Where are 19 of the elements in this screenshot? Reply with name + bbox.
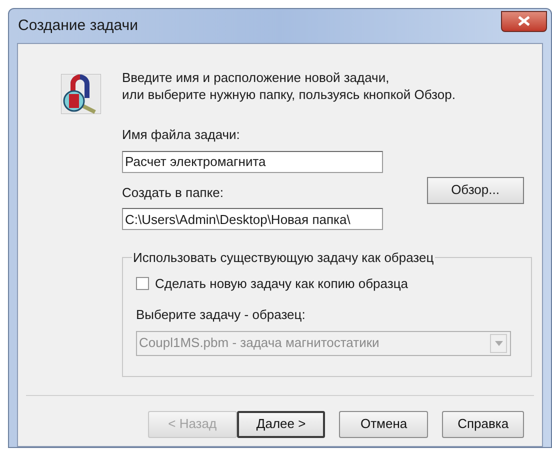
close-icon [518,16,530,26]
file-name-field[interactable]: Расчет электромагнита [122,150,383,172]
template-group-title: Использовать существующую задачу как образец [132,249,435,267]
close-button[interactable] [501,10,547,32]
checkbox[interactable] [136,276,149,290]
template-select-label: Выберите задачу - образец: [136,306,306,324]
folder-field[interactable]: C:\Users\Admin\Desktop\Новая папка\ [122,208,383,230]
wizard-button[interactable]: Далее > [236,410,326,438]
window-title: Создание задачи [18,16,138,36]
browse-button[interactable]: Обзор... [426,176,524,204]
folder-label: Создать в папке: [122,184,224,202]
magnet-icon [61,74,101,114]
file-name-label: Имя файла задачи: [122,126,240,144]
wizard-button[interactable]: Отмена [339,410,428,438]
checkbox-label: Сделать новую задачу как копию образца [155,274,408,293]
caret-icon [494,340,502,346]
template-select-value: Coupl1MS.pbm - задача магнитостатики [139,334,380,352]
wizard-button[interactable]: Справка [442,410,524,438]
intro-text: Введите имя и расположение новой задачи, или выберите нужную папку, пользуясь кнопкой Обзор. [122,69,456,103]
